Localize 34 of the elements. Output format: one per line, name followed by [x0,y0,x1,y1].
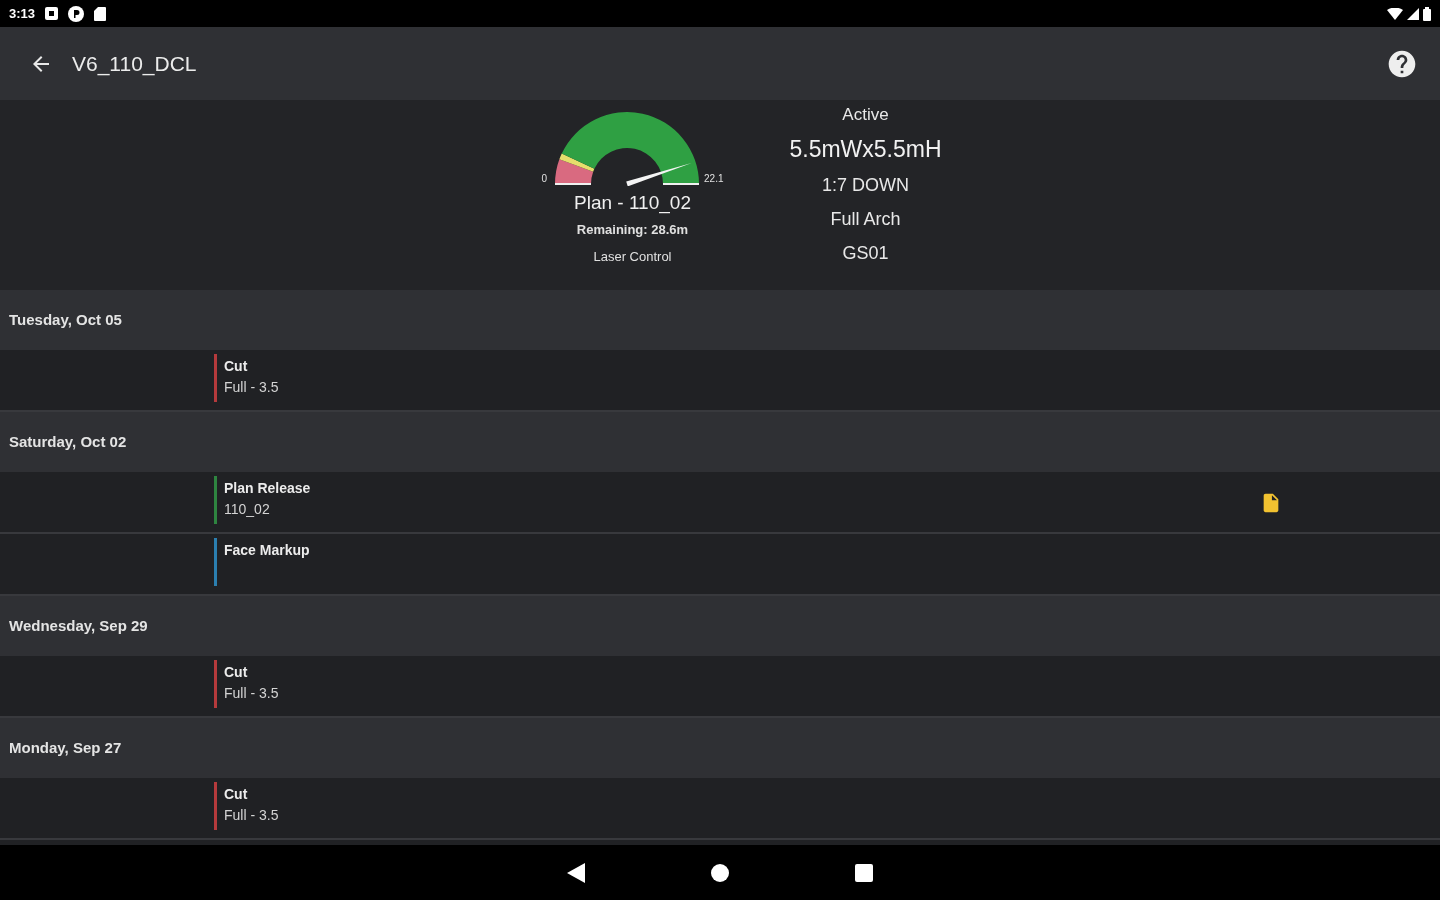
clock-time: 3:13 [9,4,36,23]
battery-icon [1423,6,1431,21]
home-circle-icon [711,863,729,882]
date-header: Wednesday, Sep 29 [0,596,1440,656]
event-title: Cut [224,357,249,376]
date-header: Tuesday, Oct 05 [0,290,1440,350]
status-label: Active [842,104,889,126]
back-triangle-icon [567,862,585,883]
notification-square-icon [45,7,59,20]
event-title: Face Markup [224,541,310,560]
gauge-min-label: 0 [541,174,548,184]
signal-icon [1407,7,1419,20]
coverage-value: Full Arch [830,208,901,231]
sd-card-icon [94,6,107,21]
event-title: Cut [224,785,249,804]
screen-title: V6_110_DCL [72,50,197,78]
gauge-max-label: 22.1 [704,174,724,184]
code-value: GS01 [842,242,889,265]
event-detail: Full - 3.5 [224,378,279,397]
event-title: Plan Release [224,479,311,498]
mode-label: Laser Control [593,248,672,266]
date-header: Saturday, Oct 02 [0,412,1440,472]
size-value: 5.5mWx5.5mH [789,135,942,164]
wifi-icon [1387,7,1403,20]
plan-name: Plan - 110_02 [574,191,691,216]
remaining-label: Remaining: 28.6m [576,221,689,239]
event-detail: Full - 3.5 [224,684,279,703]
event-title: Cut [224,663,249,682]
event-detail: 110_02 [224,500,271,519]
date-header: Monday, Sep 27 [0,718,1440,778]
recents-square-icon [855,863,873,882]
event-detail: Full - 3.5 [224,806,279,825]
slope-value: 1:7 DOWN [822,174,909,197]
circle-icon [68,5,85,22]
